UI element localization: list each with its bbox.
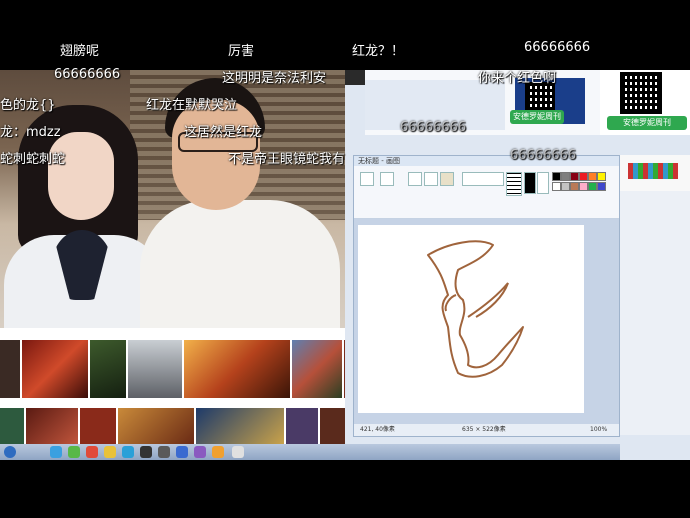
canvas-size: 635 × 522像素 — [462, 426, 506, 433]
qr-code-icon — [620, 72, 662, 114]
danmaku-comment: 你来个红色啊 — [478, 71, 557, 86]
start-button-icon[interactable] — [4, 446, 16, 458]
danmaku-comment: 厉害 — [228, 44, 255, 59]
browser-icon[interactable] — [50, 446, 62, 458]
cursor-position: 421, 40像素 — [360, 426, 395, 433]
gallery-thumb[interactable] — [90, 340, 126, 398]
taskbar — [0, 444, 620, 460]
shapes-icon[interactable] — [462, 172, 504, 186]
app-icon[interactable] — [212, 446, 224, 458]
gallery-thumb[interactable] — [292, 340, 342, 398]
danmaku-comment: 蛇刺蛇刺蛇 — [0, 152, 66, 167]
gallery-thumb[interactable] — [22, 340, 88, 398]
paint-window: 无标题 - 画图 421, 40像素 635 × 522像素 100% — [353, 155, 620, 437]
paint-title-bar: 无标题 - 画图 — [354, 156, 619, 166]
danmaku-comment: 翅膀呢 — [60, 44, 100, 59]
app-icon[interactable] — [176, 446, 188, 458]
image-gallery — [0, 328, 355, 446]
drawing-canvas[interactable] — [358, 225, 584, 413]
color-swatch[interactable] — [570, 172, 579, 181]
paint-status-bar: 421, 40像素 635 × 522像素 100% — [354, 424, 619, 436]
danmaku-comment: 这居然是红龙 — [184, 125, 263, 140]
danmaku-comment: 红龙？！ — [352, 44, 405, 59]
gallery-thumb[interactable] — [184, 340, 290, 398]
danmaku-comment: 66666666 — [400, 120, 467, 135]
pencil-icon[interactable] — [408, 172, 422, 186]
palette-icon — [628, 163, 678, 179]
select-icon[interactable] — [380, 172, 394, 186]
gallery-thumb[interactable] — [118, 408, 194, 444]
danmaku-comment: 红龙在默默哭泣 — [146, 98, 238, 113]
app-icon[interactable] — [194, 446, 206, 458]
gallery-thumb[interactable] — [80, 408, 116, 444]
color-swatch[interactable] — [570, 182, 579, 191]
canvas-area — [354, 219, 619, 424]
color2-icon[interactable] — [537, 172, 549, 194]
danmaku-comment: 色的龙{} — [0, 98, 56, 113]
color-swatch[interactable] — [588, 182, 597, 191]
gallery-thumb[interactable] — [26, 408, 78, 444]
danmaku-comment: 这明明是奈法利安 — [222, 71, 327, 86]
folder-icon[interactable] — [104, 446, 116, 458]
color-swatch[interactable] — [579, 182, 588, 191]
app-icon[interactable] — [122, 446, 134, 458]
gallery-thumb[interactable] — [0, 340, 20, 398]
streamer-boy-body — [140, 200, 340, 330]
desktop-screen: 安德罗妮周刊 安德罗妮周刊 无标题 - 画图 421, 40像素 635 × 5… — [345, 70, 690, 460]
color-swatch[interactable] — [597, 172, 606, 181]
qr-code-icon — [525, 82, 555, 112]
app-icon[interactable] — [86, 446, 98, 458]
streamer-girl-face — [48, 132, 114, 220]
paint-ribbon — [354, 166, 619, 219]
app-icon[interactable] — [140, 446, 152, 458]
brush-stroke-drawing — [427, 240, 524, 378]
color-swatch[interactable] — [561, 172, 570, 181]
danmaku-comment: 不是帝王眼镜蛇我有 — [228, 152, 346, 167]
color-swatch[interactable] — [597, 182, 606, 191]
gallery-thumb[interactable] — [286, 408, 318, 444]
danmaku-comment: 龙：mdzz — [0, 125, 61, 140]
side-window — [620, 155, 690, 435]
color-swatch[interactable] — [552, 182, 561, 191]
color-swatch[interactable] — [588, 172, 597, 181]
gallery-thumb[interactable] — [196, 408, 284, 444]
color-swatch[interactable] — [552, 172, 561, 181]
live-stream-frame: 安德罗妮周刊 安德罗妮周刊 无标题 - 画图 421, 40像素 635 × 5… — [0, 70, 690, 460]
color-swatch[interactable] — [561, 182, 570, 191]
fill-icon[interactable] — [424, 172, 438, 186]
app-icon[interactable] — [68, 446, 80, 458]
promo-button[interactable]: 安德罗妮周刊 — [510, 110, 564, 124]
danmaku-comment: 66666666 — [54, 67, 121, 82]
zoom-level: 100% — [590, 426, 608, 433]
paste-icon[interactable] — [360, 172, 374, 186]
paint-taskbar-icon[interactable] — [232, 446, 244, 458]
app-icon[interactable] — [158, 446, 170, 458]
gallery-thumb[interactable] — [0, 408, 24, 444]
promo-button[interactable]: 安德罗妮周刊 — [607, 116, 687, 130]
color1-icon[interactable] — [524, 172, 536, 194]
brush-icon[interactable] — [440, 172, 454, 186]
danmaku-comment: 66666666 — [510, 148, 577, 163]
color-swatch[interactable] — [579, 172, 588, 181]
line-size-icon[interactable] — [506, 172, 522, 196]
danmaku-comment: 66666666 — [524, 40, 591, 55]
gallery-thumb[interactable] — [128, 340, 182, 398]
